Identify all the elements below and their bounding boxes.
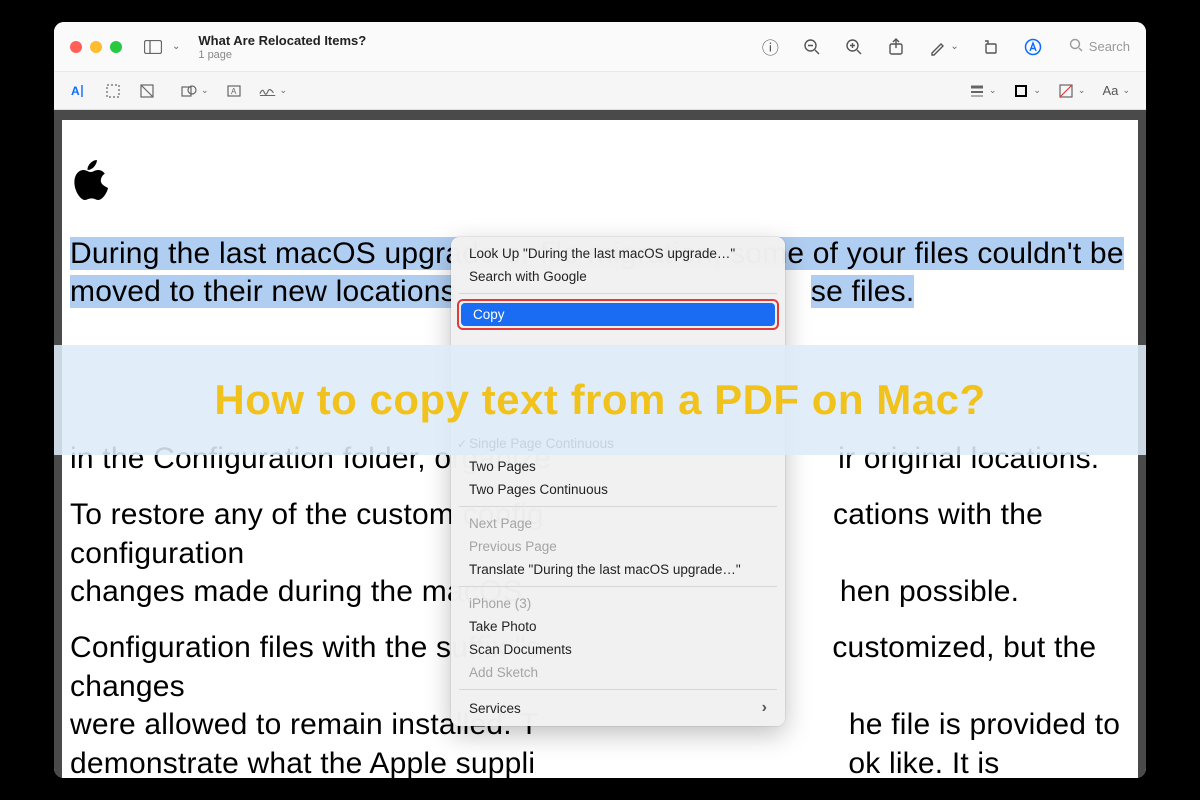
menu-separator [459,586,777,587]
fullscreen-window-button[interactable] [110,41,122,53]
toolbar-icons: ⓘ ⌄ [760,37,1042,57]
border-color-icon [1012,82,1030,100]
sidebar-toggle-button[interactable] [140,37,166,57]
menu-search-google[interactable]: Search with Google [451,265,785,288]
selected-text-line-2b: se files. [811,275,915,308]
fill-color-icon [1057,82,1075,100]
line-style-menu[interactable]: ⌄ [968,82,997,100]
menu-two-pages[interactable]: Two Pages [451,455,785,478]
minimize-window-button[interactable] [90,41,102,53]
shapes-icon [180,82,198,100]
info-icon[interactable]: ⓘ [760,37,780,57]
svg-text:A: A [71,84,80,98]
fill-color-menu[interactable]: ⌄ [1057,82,1086,100]
rect-select-icon[interactable] [104,82,122,100]
menu-copy[interactable]: Copy [461,303,775,326]
document-title: What Are Relocated Items? [198,33,366,48]
search-placeholder: Search [1089,39,1130,54]
titlebar: ⌄ What Are Relocated Items? 1 page ⓘ ⌄ S… [54,22,1146,72]
search-icon [1069,38,1083,55]
markup-toolbar: A ⌄ A ⌄ ⌄ ⌄ ⌄ Aa⌄ [54,72,1146,110]
menu-iphone: iPhone (3) [451,592,785,615]
menu-separator [459,506,777,507]
apple-logo-icon [72,160,108,200]
menu-separator [459,689,777,690]
chevron-down-icon[interactable]: ⌄ [172,41,180,52]
menu-separator [459,293,777,294]
menu-scan-documents[interactable]: Scan Documents [451,638,785,661]
menu-translate[interactable]: Translate "During the last macOS upgrade… [451,558,785,581]
menu-two-pages-continuous[interactable]: Two Pages Continuous [451,478,785,501]
shapes-menu[interactable]: ⌄ [180,82,209,100]
svg-text:A: A [231,87,237,96]
line-style-icon [968,82,986,100]
menu-copy-highlight: Copy [457,299,779,330]
search-field[interactable]: Search [1069,38,1130,55]
banner-text: How to copy text from a PDF on Mac? [214,376,985,424]
close-window-button[interactable] [70,41,82,53]
zoom-out-icon[interactable] [802,37,822,57]
traffic-lights [70,41,122,53]
title-block: What Are Relocated Items? 1 page [198,33,366,61]
overlay-banner: How to copy text from a PDF on Mac? [54,345,1146,455]
context-menu: Look Up "During the last macOS upgrade…"… [451,237,785,726]
menu-next-page: Next Page [451,512,785,535]
sign-menu[interactable]: ⌄ [259,82,288,100]
menu-previous-page: Previous Page [451,535,785,558]
redact-icon[interactable] [138,82,156,100]
zoom-in-icon[interactable] [844,37,864,57]
rotate-icon[interactable] [981,37,1001,57]
markup-icon[interactable] [928,37,948,57]
font-menu[interactable]: Aa⌄ [1101,82,1130,100]
menu-services[interactable]: Services [451,695,785,721]
chevron-down-icon[interactable]: ⌄ [950,41,958,52]
border-color-menu[interactable]: ⌄ [1012,82,1041,100]
text-selection-icon[interactable]: A [70,82,88,100]
share-icon[interactable] [886,37,906,57]
signature-icon [259,82,277,100]
menu-lookup[interactable]: Look Up "During the last macOS upgrade…" [451,242,785,265]
annotation-icon[interactable] [1023,37,1043,57]
menu-add-sketch: Add Sketch [451,661,785,684]
document-subtitle: 1 page [198,49,366,61]
text-box-icon[interactable]: A [225,82,243,100]
menu-take-photo[interactable]: Take Photo [451,615,785,638]
font-icon: Aa [1101,82,1119,100]
selected-text-line-2a: moved to their new locations [70,275,456,308]
